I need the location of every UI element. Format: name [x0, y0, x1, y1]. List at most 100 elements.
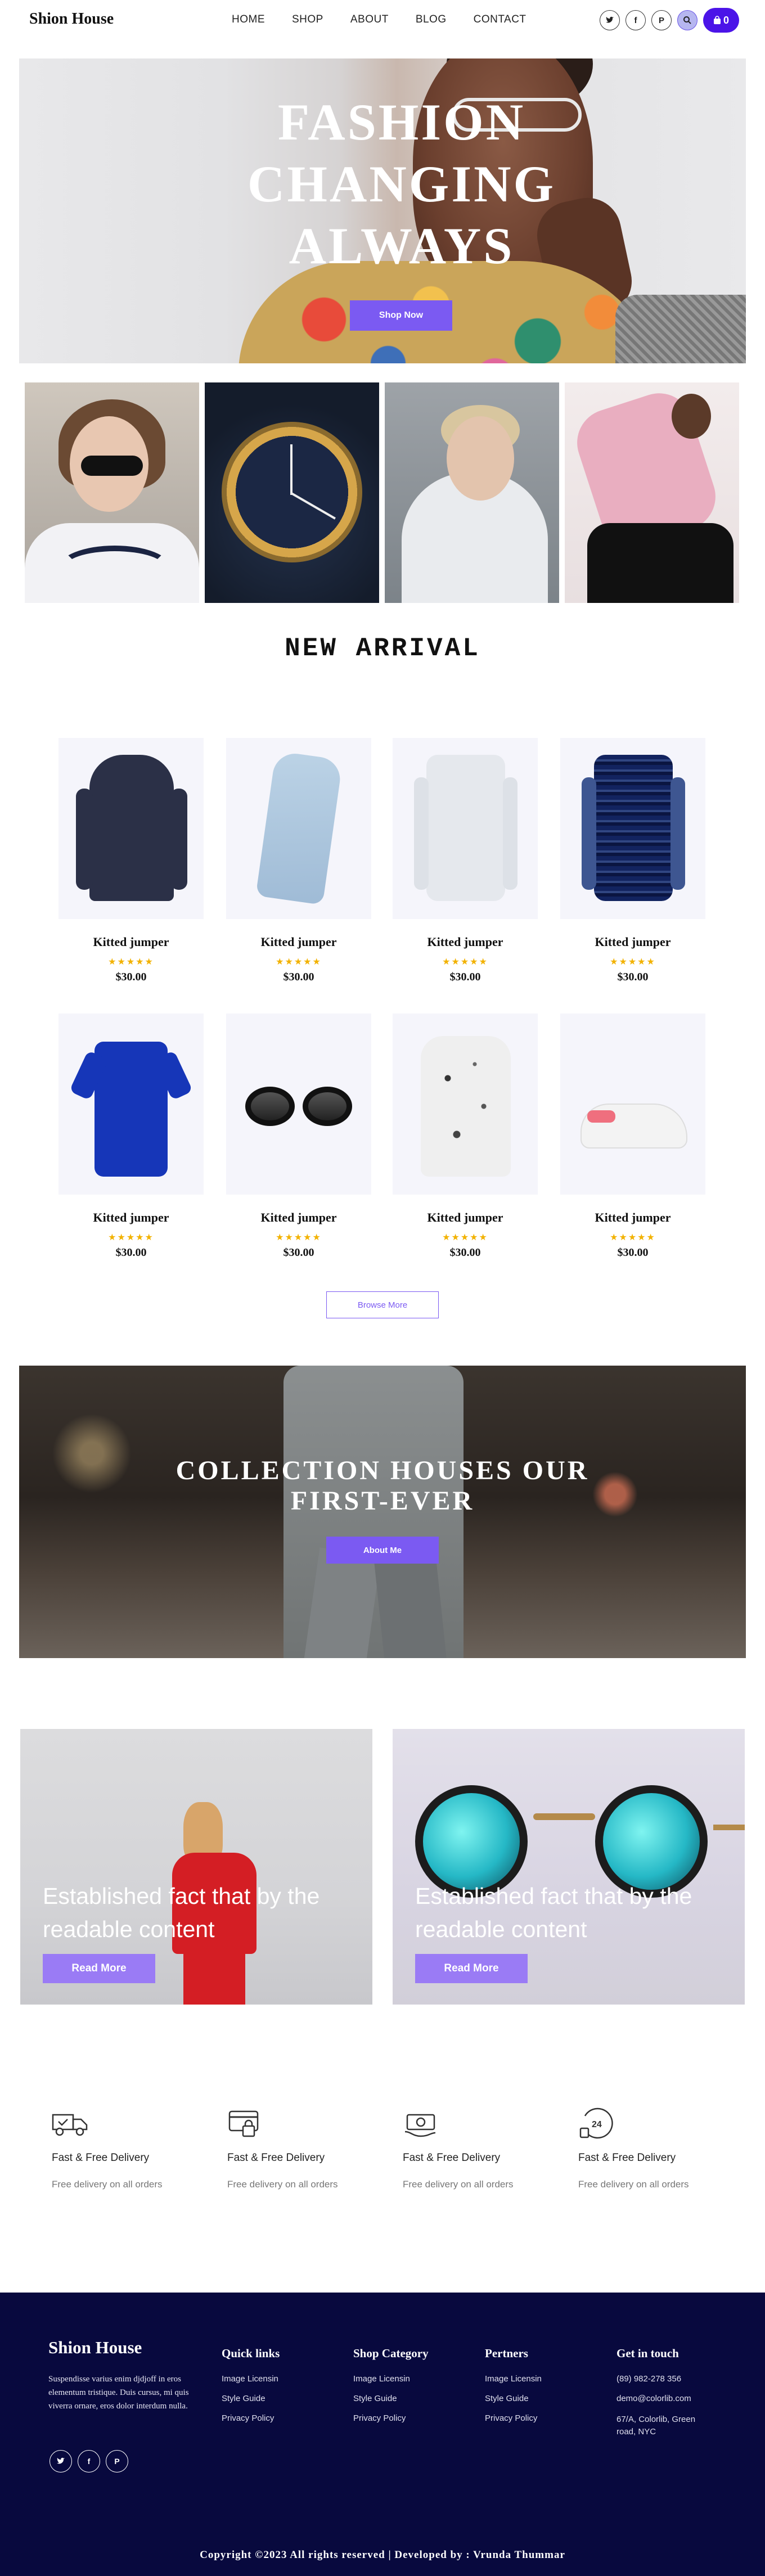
product-price: $30.00	[283, 971, 314, 983]
cart-button[interactable]: 0	[703, 8, 739, 33]
facebook-icon[interactable]: f	[78, 2450, 100, 2473]
product-card[interactable]: Kitted jumper ★★★★★ $30.00	[560, 1014, 705, 1259]
nav-about[interactable]: ABOUT	[350, 13, 389, 26]
product-card[interactable]: Kitted jumper ★★★★★ $30.00	[58, 738, 204, 984]
pinterest-icon[interactable]: P	[106, 2450, 128, 2473]
feature-item: 24 Fast & Free Delivery Free delivery on…	[549, 2104, 718, 2190]
footer-heading: Shop Category	[353, 2347, 429, 2360]
footer-link[interactable]: Style Guide	[222, 2394, 280, 2403]
product-image[interactable]	[560, 1014, 705, 1195]
nav-home[interactable]: HOME	[232, 13, 265, 26]
product-name[interactable]: Kitted jumper	[226, 935, 371, 949]
header-actions: f P 0	[600, 8, 739, 33]
promo-card: Established fact that by the readable co…	[20, 1729, 372, 2005]
truck-icon	[51, 2104, 90, 2143]
product-name[interactable]: Kitted jumper	[393, 935, 538, 949]
hoodie-image	[76, 755, 187, 901]
feature-item: Fast & Free Delivery Free delivery on al…	[374, 2104, 542, 2190]
scarf-image	[255, 750, 343, 906]
credit-card-icon	[226, 2104, 266, 2143]
about-me-button[interactable]: About Me	[326, 1537, 439, 1564]
product-image[interactable]	[393, 738, 538, 919]
footer-link[interactable]: Style Guide	[353, 2394, 429, 2403]
product-name[interactable]: Kitted jumper	[226, 1210, 371, 1225]
rating-stars: ★★★★★	[442, 1233, 488, 1242]
gallery-image-watch[interactable]	[205, 382, 379, 603]
nav-shop[interactable]: SHOP	[292, 13, 323, 26]
footer-link[interactable]: Privacy Policy	[353, 2413, 429, 2423]
footer-link[interactable]: Privacy Policy	[222, 2413, 280, 2423]
product-price: $30.00	[617, 1246, 649, 1259]
gallery-image-sunglasses-woman[interactable]	[25, 382, 199, 603]
footer-link[interactable]: Image Licensin	[222, 2374, 280, 2384]
search-icon[interactable]	[677, 10, 698, 30]
product-card[interactable]: Kitted jumper ★★★★★ $30.00	[393, 1014, 538, 1259]
read-more-button[interactable]: Read More	[415, 1954, 528, 1983]
read-more-button[interactable]: Read More	[43, 1954, 155, 1983]
product-card[interactable]: Kitted jumper ★★★★★ $30.00	[226, 1014, 371, 1259]
product-image[interactable]	[226, 738, 371, 919]
product-image[interactable]	[393, 1014, 538, 1195]
hero-sleeve	[615, 295, 746, 363]
footer-logo[interactable]: Shion House	[48, 2338, 142, 2358]
footer-shop-category: Shop Category Image Licensin Style Guide…	[353, 2347, 429, 2423]
feature-title: Fast & Free Delivery	[227, 2152, 325, 2164]
sunglasses-image	[245, 1087, 295, 1126]
site-footer: Shion House Suspendisse varius enim djdj…	[0, 2293, 765, 2576]
product-card[interactable]: Kitted jumper ★★★★★ $30.00	[226, 738, 371, 984]
sneaker-image	[580, 1104, 687, 1149]
pinterest-icon[interactable]: P	[651, 10, 672, 30]
rating-stars: ★★★★★	[108, 957, 154, 967]
product-name[interactable]: Kitted jumper	[560, 935, 705, 949]
nav-blog[interactable]: BLOG	[416, 13, 447, 26]
logo[interactable]: Shion House	[29, 10, 114, 28]
cart-count: 0	[723, 14, 729, 26]
product-card[interactable]: Kitted jumper ★★★★★ $30.00	[58, 1014, 204, 1259]
product-card[interactable]: Kitted jumper ★★★★★ $30.00	[393, 738, 538, 984]
nav-contact[interactable]: CONTACT	[474, 13, 526, 26]
sweater-image	[421, 1036, 511, 1177]
footer-email[interactable]: demo@colorlib.com	[616, 2394, 729, 2403]
footer-heading: Quick links	[222, 2347, 280, 2360]
product-name[interactable]: Kitted jumper	[560, 1210, 705, 1225]
gallery-image-pink-jacket[interactable]	[565, 382, 739, 603]
product-price: $30.00	[449, 971, 481, 983]
footer-contact: Get in touch (89) 982-278 356 demo@color…	[616, 2347, 729, 2438]
hero-banner: FASHION CHANGING ALWAYS Shop Now	[19, 58, 746, 363]
twitter-icon[interactable]	[600, 10, 620, 30]
product-card[interactable]: Kitted jumper ★★★★★ $30.00	[560, 738, 705, 984]
twitter-icon[interactable]	[50, 2450, 72, 2473]
footer-link[interactable]: Image Licensin	[353, 2374, 429, 2384]
footer-quick-links: Quick links Image Licensin Style Guide P…	[222, 2347, 280, 2423]
rating-stars: ★★★★★	[276, 957, 322, 967]
feature-subtitle: Free delivery on all orders	[578, 2179, 689, 2190]
feature-subtitle: Free delivery on all orders	[227, 2179, 338, 2190]
product-name[interactable]: Kitted jumper	[58, 935, 204, 949]
polo-shirt-image	[94, 1042, 168, 1177]
footer-link[interactable]: Image Licensin	[485, 2374, 542, 2384]
product-price: $30.00	[283, 1246, 314, 1259]
collection-title: COLLECTION HOUSES OUR FIRST-EVER	[176, 1456, 590, 1516]
product-image[interactable]	[560, 738, 705, 919]
rating-stars: ★★★★★	[442, 957, 488, 967]
footer-link[interactable]: Style Guide	[485, 2394, 542, 2403]
site-header: Shion House HOME SHOP ABOUT BLOG CONTACT…	[0, 0, 765, 40]
24-hours-icon: 24	[577, 2104, 616, 2143]
shop-now-button[interactable]: Shop Now	[350, 300, 452, 331]
product-image[interactable]	[58, 1014, 204, 1195]
facebook-icon[interactable]: f	[626, 10, 646, 30]
feature-item: Fast & Free Delivery Free delivery on al…	[22, 2104, 191, 2190]
gallery-image-hoodie-woman[interactable]	[385, 382, 559, 603]
new-arrival-title: NEW ARRIVAL	[285, 634, 480, 663]
footer-phone[interactable]: (89) 982-278 356	[616, 2374, 729, 2384]
product-price: $30.00	[617, 971, 649, 983]
browse-more-button[interactable]: Browse More	[326, 1291, 439, 1318]
footer-link[interactable]: Privacy Policy	[485, 2413, 542, 2423]
product-image[interactable]	[58, 738, 204, 919]
product-image[interactable]	[226, 1014, 371, 1195]
footer-description: Suspendisse varius enim djdjoff in eros …	[48, 2375, 189, 2411]
product-name[interactable]: Kitted jumper	[393, 1210, 538, 1225]
product-name[interactable]: Kitted jumper	[58, 1210, 204, 1225]
promo-text: Established fact that by the readable co…	[415, 1883, 692, 1942]
product-price: $30.00	[449, 1246, 481, 1259]
